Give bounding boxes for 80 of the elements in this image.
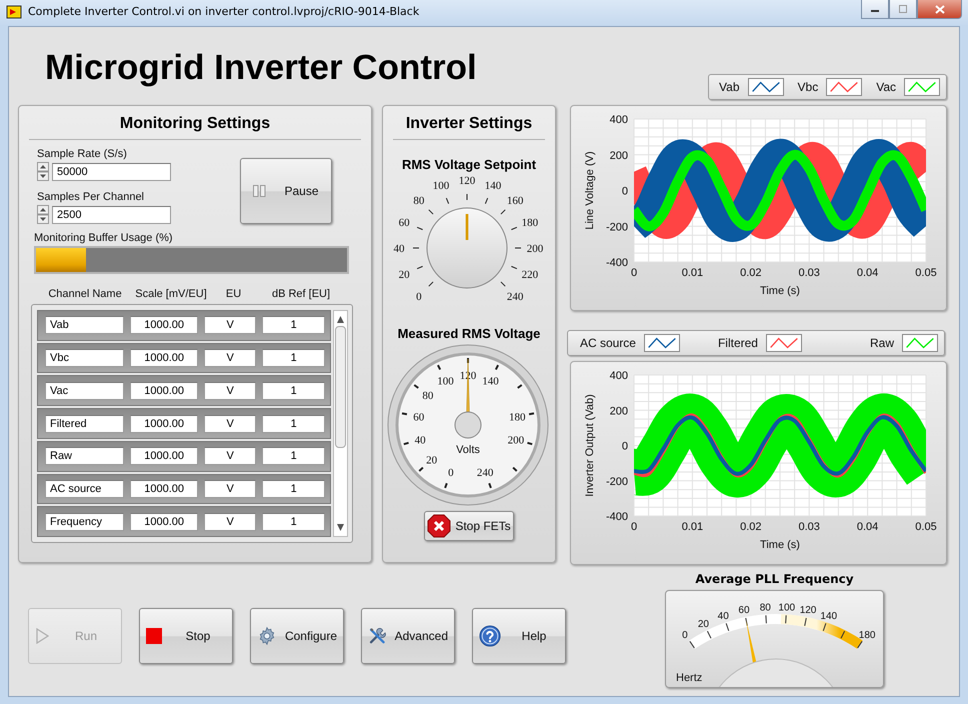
axis-tick-label: 400 (610, 370, 628, 382)
gauge-tick-label: 140 (482, 375, 499, 388)
column-header: EU (224, 288, 242, 300)
axis-tick-label: 0.01 (682, 267, 704, 279)
axis-tick-label: 0 (630, 521, 638, 533)
axis-tick-label: 0 (630, 267, 638, 279)
axis-title: Inverter Output (Vab) (584, 394, 596, 497)
column-header: dB Ref [EU] (270, 288, 332, 300)
gauge-tick-label: 0 (682, 630, 688, 641)
gauge-unit: Hertz (676, 672, 702, 684)
dial-tick-label: 120 (458, 175, 476, 187)
axis-tick-label: -200 (606, 221, 628, 234)
axis-tick-label: 0 (622, 440, 628, 452)
gauge-tick-label: 40 (414, 434, 426, 446)
axis-tick-label: -400 (606, 511, 628, 523)
gauge-tick-label: 0 (448, 466, 454, 479)
dial-tick-label: 100 (432, 180, 450, 192)
axis-tick-label: 0.05 (915, 267, 937, 279)
field-label: Sample Rate (S/s) (37, 148, 128, 160)
dial-tick-label: 200 (526, 243, 544, 255)
axis-tick-label: 0.01 (682, 521, 704, 533)
axis-tick-label: 0.04 (856, 267, 878, 279)
gauge-tick-label: 20 (426, 454, 438, 466)
section-title: Monitoring Settings (29, 106, 361, 140)
column-header: Scale [mV/EU] (134, 288, 208, 300)
axis-tick-label: 0.03 (798, 267, 820, 279)
gauge-tick-label: 80 (760, 602, 771, 614)
legend-label: Vac (876, 80, 896, 94)
gauge-tick-label: 80 (422, 390, 434, 402)
dial-tick-label: 140 (484, 180, 502, 192)
gauge-tick-label: 180 (509, 411, 526, 424)
dial-tick-label: 20 (398, 269, 410, 282)
gauge-tick-label: 60 (413, 411, 424, 424)
axis-title: Time (s) (760, 285, 800, 297)
field-label: Monitoring Buffer Usage (%) (34, 232, 174, 244)
section-title: Inverter Settings (393, 106, 545, 140)
gauge-tick-label: 40 (718, 610, 729, 622)
control-label: RMS Voltage Setpoint (400, 157, 538, 172)
axis-tick-label: 0.02 (740, 521, 762, 533)
window-title: Complete Inverter Control.vi on inverter control.lvproj/cRIO-9014-Black (28, 5, 420, 18)
legend-label: AC source (580, 336, 636, 350)
axis-tick-label: 0.03 (798, 521, 820, 533)
gauge-unit: Volts (456, 444, 480, 456)
control-label: Measured RMS Voltage (396, 326, 542, 341)
axis-tick-label: 400 (610, 114, 628, 126)
dial-tick-label: 240 (506, 291, 524, 304)
axis-title: Line Voltage (V) (584, 151, 596, 230)
gauge-tick-label: 120 (800, 605, 816, 616)
dial-tick-label: 60 (398, 216, 410, 229)
legend-label: Filtered (718, 336, 758, 350)
axis-tick-label: -200 (606, 476, 628, 488)
dial-tick-label: 160 (506, 194, 524, 207)
dial-tick-label: 0 (416, 291, 422, 304)
field-label: Samples Per Channel (37, 191, 146, 203)
gauge-tick-label: 140 (820, 610, 838, 622)
dial-tick-label: 80 (413, 194, 424, 207)
axis-tick-label: -400 (606, 257, 628, 269)
dial-tick-label: 40 (394, 243, 404, 255)
dial-tick-label: 220 (522, 269, 538, 282)
gauge-tick-label: 180 (858, 630, 876, 641)
legend-label: Raw (870, 336, 894, 350)
dial-tick-label: 180 (522, 216, 538, 229)
gauge-tick-label: 100 (778, 602, 796, 614)
axis-tick-label: 0.02 (740, 267, 762, 279)
column-header: Channel Name (47, 288, 123, 300)
gauge-tick-label: 60 (738, 605, 750, 616)
axis-tick-label: 0.04 (856, 521, 878, 533)
panel-title: Microgrid Inverter Control (45, 50, 477, 85)
axis-title: Time (s) (760, 539, 800, 551)
gauge-tick-label: 100 (437, 375, 454, 388)
gauge-tick-label: 240 (476, 466, 494, 479)
axis-tick-label: 0 (622, 186, 628, 198)
gauge-tick-label: 200 (508, 434, 524, 446)
gauge-tick-label: 20 (698, 619, 709, 630)
axis-tick-label: 200 (610, 405, 628, 418)
axis-tick-label: 200 (610, 150, 628, 162)
legend-label: Vab (719, 80, 740, 94)
legend-label: Vbc (798, 80, 818, 94)
gauge-title: Average PLL Frequency (695, 572, 854, 586)
axis-tick-label: 0.05 (915, 521, 937, 533)
